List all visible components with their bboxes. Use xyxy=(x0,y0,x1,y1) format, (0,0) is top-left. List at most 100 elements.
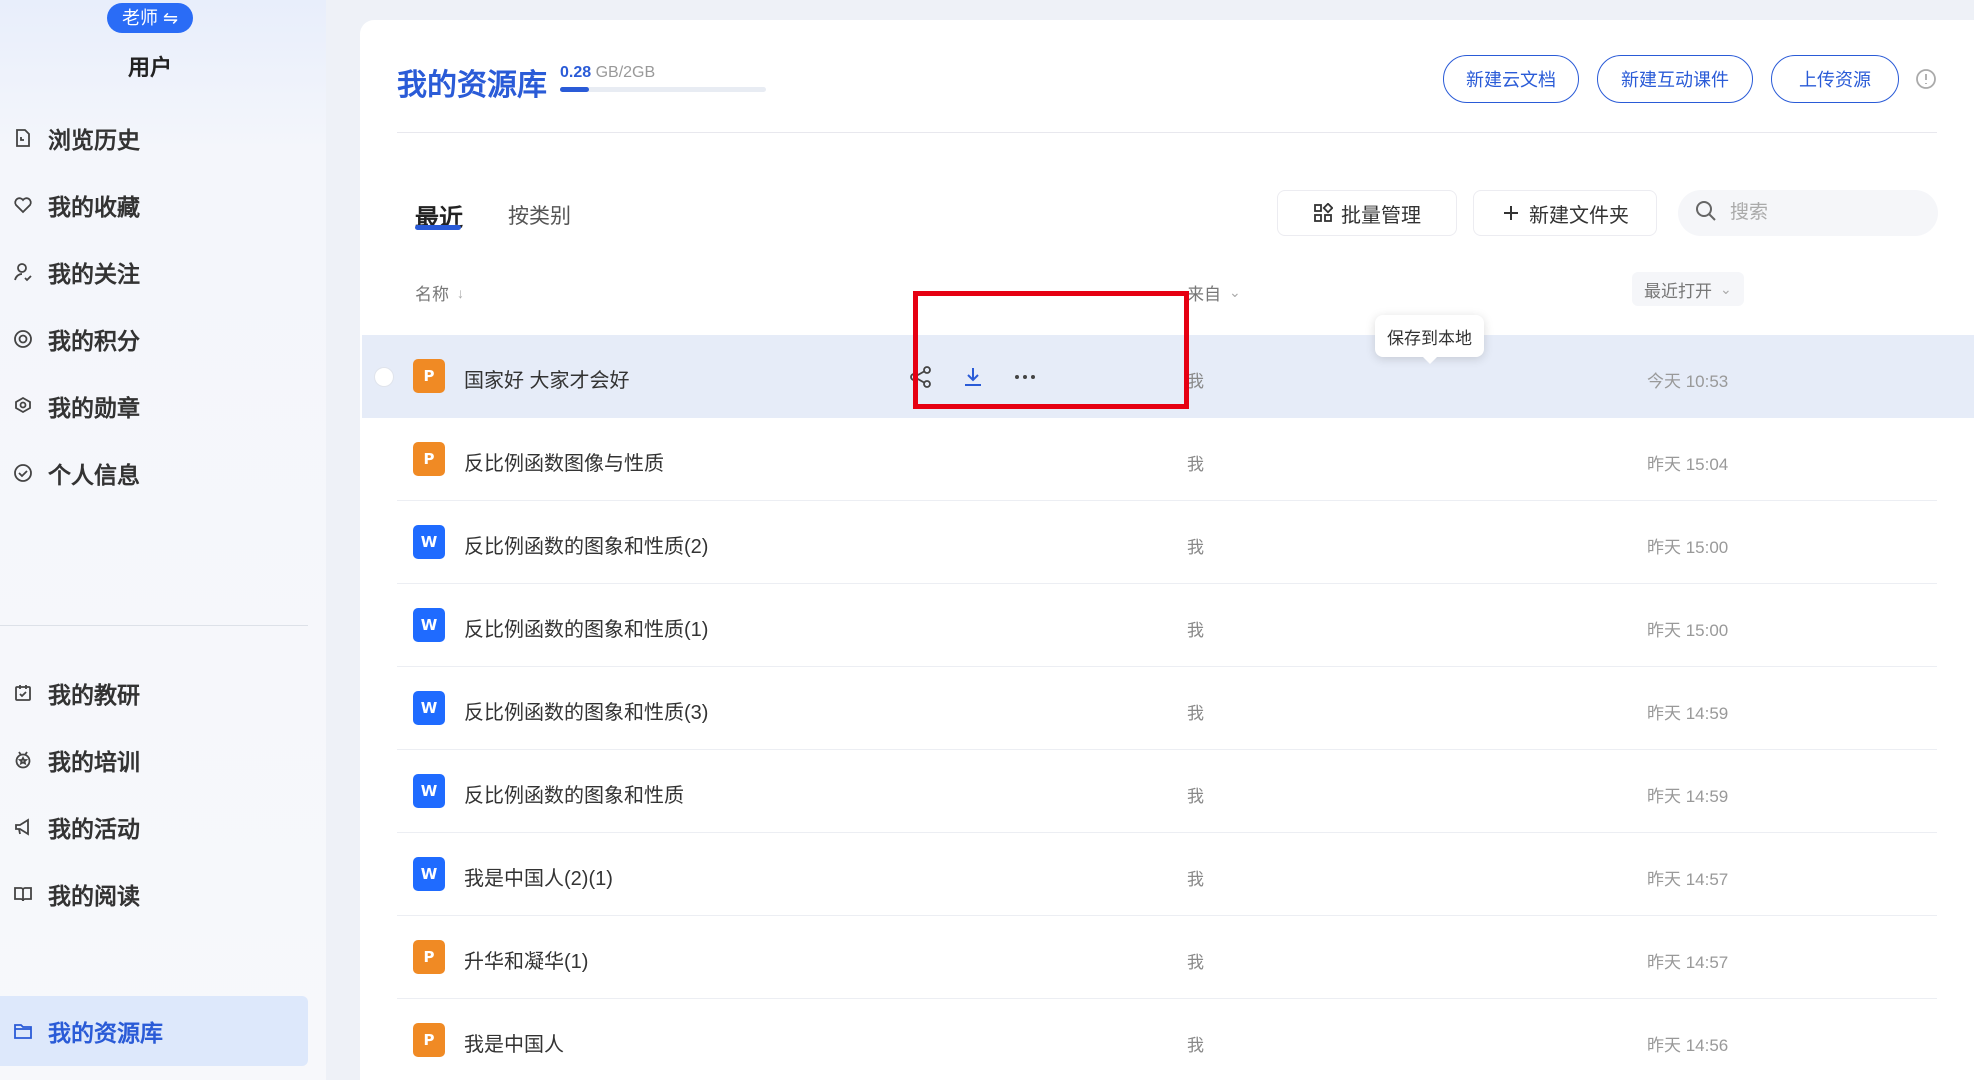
word-file-icon: W xyxy=(413,608,445,642)
upload-resource-button[interactable]: 上传资源 xyxy=(1771,55,1899,103)
book-icon xyxy=(12,883,34,905)
file-last-opened: 昨天 14:59 xyxy=(1647,704,1729,723)
search-input[interactable] xyxy=(1730,202,1910,224)
sidebar-item-activities[interactable]: 我的活动 xyxy=(0,792,308,862)
column-source-label: 来自 xyxy=(1187,285,1221,304)
check-circle-icon xyxy=(12,462,34,484)
file-row[interactable]: P 升华和凝华(1) 我 昨天 14:57 xyxy=(397,916,1937,999)
new-folder-button[interactable]: 新建文件夹 xyxy=(1473,190,1657,236)
sidebar-divider xyxy=(0,625,308,626)
follow-icon xyxy=(12,261,34,283)
column-header-last-opened[interactable]: 最近打开 ⌄ xyxy=(1632,272,1744,306)
file-last-opened: 昨天 14:56 xyxy=(1647,1036,1729,1055)
file-last-opened: 昨天 15:04 xyxy=(1647,455,1729,474)
sidebar-item-following[interactable]: 我的关注 xyxy=(0,237,308,307)
points-icon xyxy=(12,328,34,350)
search-icon xyxy=(1694,199,1718,228)
sidebar-item-label: 我的收藏 xyxy=(48,194,140,220)
tab-by-category[interactable]: 按类别 xyxy=(508,200,571,230)
sidebar-item-label: 我的活动 xyxy=(48,816,140,842)
megaphone-icon xyxy=(12,816,34,838)
file-name[interactable]: 反比例函数图像与性质 xyxy=(464,447,664,476)
file-row[interactable]: W 反比例函数的图象和性质 我 昨天 14:59 xyxy=(397,750,1937,833)
file-last-opened: 昨天 14:59 xyxy=(1647,787,1729,806)
new-interactive-courseware-button[interactable]: 新建互动课件 xyxy=(1597,55,1753,103)
file-row[interactable]: P 我是中国人 我 昨天 14:56 xyxy=(397,999,1937,1080)
sidebar-item-medals[interactable]: 我的勋章 xyxy=(0,371,308,441)
ppt-file-icon: P xyxy=(413,442,445,476)
info-icon[interactable] xyxy=(1915,68,1937,90)
word-file-icon: W xyxy=(413,774,445,808)
file-source: 我 xyxy=(1187,953,1204,972)
word-file-icon: W xyxy=(413,525,445,559)
sidebar-item-label: 我的勋章 xyxy=(48,395,140,421)
sidebar-item-favorites[interactable]: 我的收藏 xyxy=(0,170,308,240)
ppt-file-icon: P xyxy=(413,359,445,393)
column-last-opened-label: 最近打开 xyxy=(1644,281,1712,301)
batch-manage-button[interactable]: 批量管理 xyxy=(1277,190,1457,236)
sidebar: 老师 ⇋ 用户 浏览历史 我的收藏 我的关注 我的积分 我的勋章 个人信息 我的… xyxy=(0,0,326,1080)
heart-icon xyxy=(12,194,34,216)
file-name[interactable]: 国家好 大家才会好 xyxy=(464,364,630,393)
grid-icon xyxy=(1313,203,1333,223)
user-name: 用户 xyxy=(127,55,172,80)
role-switch-badge[interactable]: 老师 ⇋ xyxy=(107,3,193,33)
plus-icon xyxy=(1501,203,1521,223)
column-header-source[interactable]: 来自 ⌄ xyxy=(1187,280,1241,305)
resource-library-panel: 我的资源库 0.28 GB/2GB 新建云文档 新建互动课件 上传资源 最近 按… xyxy=(360,20,1974,1080)
file-last-opened: 昨天 15:00 xyxy=(1647,538,1729,557)
sidebar-item-label: 我的培训 xyxy=(48,749,140,775)
file-row[interactable]: P 反比例函数图像与性质 我 昨天 15:04 xyxy=(397,418,1937,501)
file-last-opened: 今天 10:53 xyxy=(1647,372,1729,391)
sidebar-item-history[interactable]: 浏览历史 xyxy=(0,103,308,173)
word-file-icon: W xyxy=(413,857,445,891)
file-row[interactable]: W 我是中国人(2)(1) 我 昨天 14:57 xyxy=(397,833,1937,916)
file-source: 我 xyxy=(1187,1036,1204,1055)
training-icon xyxy=(12,749,34,771)
file-name[interactable]: 反比例函数的图象和性质(1) xyxy=(464,613,708,642)
word-file-icon: W xyxy=(413,691,445,725)
storage-used: 0.28 xyxy=(560,64,592,81)
file-name[interactable]: 反比例函数的图象和性质(3) xyxy=(464,696,708,725)
search-box[interactable] xyxy=(1678,190,1938,236)
sidebar-item-points[interactable]: 我的积分 xyxy=(0,304,308,374)
file-row[interactable]: W 反比例函数的图象和性质(1) 我 昨天 15:00 xyxy=(397,584,1937,667)
sidebar-item-training[interactable]: 我的培训 xyxy=(0,725,308,795)
file-source: 我 xyxy=(1187,621,1204,640)
sidebar-item-label: 我的阅读 xyxy=(48,883,140,909)
file-source: 我 xyxy=(1187,538,1204,557)
sidebar-item-label: 浏览历史 xyxy=(48,127,140,153)
select-radio[interactable] xyxy=(374,367,394,387)
file-row[interactable]: W 反比例函数的图象和性质(3) 我 昨天 14:59 xyxy=(397,667,1937,750)
file-last-opened: 昨天 15:00 xyxy=(1647,621,1729,640)
column-header-name[interactable]: 名称 ↓ xyxy=(415,280,464,305)
history-icon xyxy=(12,127,34,149)
file-row[interactable]: W 反比例函数的图象和性质(2) 我 昨天 15:00 xyxy=(397,501,1937,584)
chevron-down-icon: ⌄ xyxy=(1720,280,1732,297)
new-cloud-doc-button[interactable]: 新建云文档 xyxy=(1443,55,1579,103)
file-source: 我 xyxy=(1187,870,1204,889)
sidebar-item-label: 我的资源库 xyxy=(48,1020,163,1046)
sidebar-item-resource-library[interactable]: 我的资源库 xyxy=(0,996,308,1066)
sidebar-item-label: 我的教研 xyxy=(48,682,140,708)
file-name[interactable]: 升华和凝华(1) xyxy=(464,945,588,974)
new-folder-label: 新建文件夹 xyxy=(1529,204,1629,227)
sidebar-item-label: 我的积分 xyxy=(48,328,140,354)
header-divider xyxy=(397,132,1937,133)
research-icon xyxy=(12,682,34,704)
file-source: 我 xyxy=(1187,455,1204,474)
sidebar-item-profile[interactable]: 个人信息 xyxy=(0,438,308,508)
file-name[interactable]: 我是中国人 xyxy=(464,1028,564,1057)
ppt-file-icon: P xyxy=(413,940,445,974)
file-name[interactable]: 反比例函数的图象和性质(2) xyxy=(464,530,708,559)
ppt-file-icon: P xyxy=(413,1023,445,1057)
file-name[interactable]: 反比例函数的图象和性质 xyxy=(464,779,684,808)
batch-manage-label: 批量管理 xyxy=(1341,204,1421,227)
file-name[interactable]: 我是中国人(2)(1) xyxy=(464,862,613,891)
tab-active-underline xyxy=(415,225,461,230)
sidebar-item-research[interactable]: 我的教研 xyxy=(0,658,308,728)
sort-arrow-icon: ↓ xyxy=(457,284,464,301)
file-source: 我 xyxy=(1187,787,1204,806)
storage-progress-bar xyxy=(560,87,766,92)
sidebar-item-reading[interactable]: 我的阅读 xyxy=(0,859,308,929)
